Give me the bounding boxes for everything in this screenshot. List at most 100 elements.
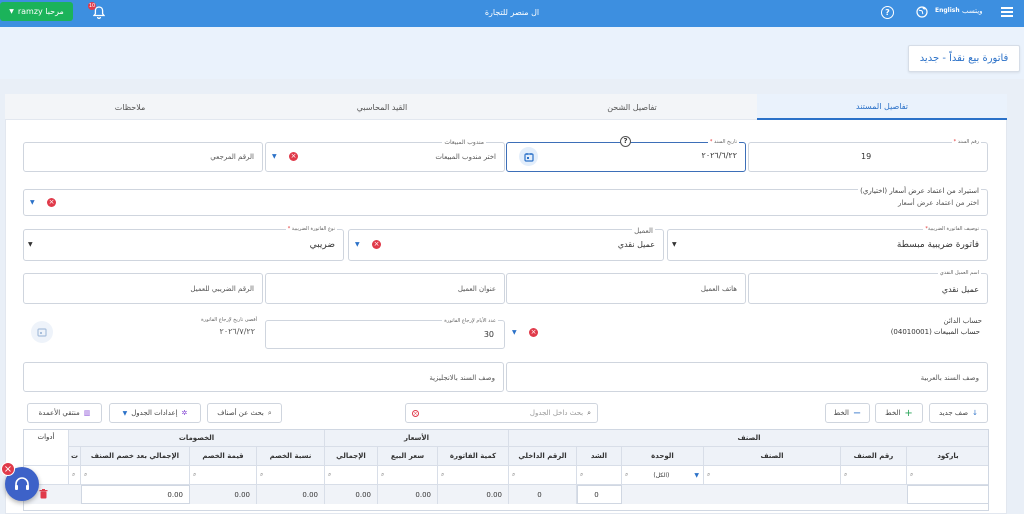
salesman-label: مندوب المبيعات bbox=[442, 139, 486, 146]
column-picker-button[interactable]: منتقي الأعمدة ▥ bbox=[27, 403, 102, 423]
customer-select[interactable]: العميل عميل نقدي × ▼ bbox=[348, 227, 664, 261]
reference-number-field[interactable]: الرقم المرجعي bbox=[23, 142, 263, 172]
hamburger-menu-icon[interactable] bbox=[1001, 7, 1013, 17]
net-filter[interactable]: ⌕ bbox=[81, 466, 190, 485]
remove-line-button[interactable]: الخط − bbox=[825, 403, 870, 423]
chevron-down-icon[interactable]: ▼ bbox=[512, 329, 517, 336]
tax-filter[interactable]: ⌕ bbox=[69, 466, 81, 485]
invoice-qty-filter[interactable]: ⌕ bbox=[438, 466, 509, 485]
clear-icon[interactable]: × bbox=[47, 198, 56, 207]
unit-filter[interactable]: ⌕ (الكل) ▼ bbox=[622, 466, 704, 485]
col-unit[interactable]: الوحدة bbox=[622, 447, 704, 466]
customer-tax-number-field[interactable]: الرقم الضريبي للعميل bbox=[23, 273, 263, 304]
chevron-down-icon[interactable]: ▼ bbox=[672, 241, 677, 248]
language-switch[interactable] bbox=[916, 6, 928, 18]
help-circle-icon[interactable]: ? bbox=[620, 136, 631, 147]
barcode-input[interactable] bbox=[907, 485, 988, 504]
description-english-field[interactable]: وصف السند بالانجليزية bbox=[23, 362, 504, 392]
return-deadline-value: ٢٠٢٦/٧/٢٢ bbox=[219, 327, 255, 336]
col-internal-number[interactable]: الرقم الداخلي bbox=[509, 447, 577, 466]
chevron-down-icon: ▼ bbox=[9, 8, 14, 15]
col-invoice-qty[interactable]: كمية الفاتورة bbox=[438, 447, 509, 466]
search-icon: ⌕ bbox=[193, 471, 197, 478]
salesman-select[interactable]: مندوب المبيعات اختر مندوب المبيعات × ▼ bbox=[265, 139, 505, 172]
barcode-filter[interactable]: ⌕ bbox=[907, 466, 988, 485]
help-circle-icon[interactable]: ? bbox=[881, 6, 894, 19]
plus-icon: + bbox=[904, 407, 913, 419]
top-bar: ▼ ramzy مرحبا 10 ال منصر للتجارة ? Engli… bbox=[0, 0, 1024, 27]
chevron-down-icon[interactable]: ▼ bbox=[355, 241, 360, 248]
total-filter[interactable]: ⌕ bbox=[325, 466, 378, 485]
search-icon: ⌕ bbox=[707, 471, 711, 478]
chevron-down-icon[interactable]: ▼ bbox=[28, 241, 33, 248]
pack-cell[interactable]: 0 bbox=[577, 485, 622, 504]
tab-document-details-active[interactable]: تفاصيل المستند bbox=[757, 94, 1007, 118]
clear-icon[interactable]: × bbox=[529, 328, 538, 337]
col-label: نسبة الخصم bbox=[269, 452, 312, 460]
invoice-description-select[interactable]: *توصيف الفاتورة الضريبية فاتورة ضريبية م… bbox=[667, 226, 988, 261]
add-row-button[interactable]: صف جديد ↓ bbox=[929, 403, 988, 423]
description-arabic-field[interactable]: وصف السند بالعربية bbox=[506, 362, 988, 392]
discount-value-cell[interactable]: 0.00 bbox=[190, 485, 257, 504]
invoice-description-label: *توصيف الفاتورة الضريبية bbox=[923, 226, 981, 232]
tab-shipping-details[interactable]: تفاصيل الشحن bbox=[507, 94, 757, 120]
calendar-icon bbox=[523, 152, 534, 162]
col-barcode[interactable]: باركود bbox=[907, 447, 988, 466]
add-line-button[interactable]: الخط + bbox=[875, 403, 923, 423]
creditor-account-select[interactable]: حساب الدائن حساب المبيعات (04010001) × ▼ bbox=[506, 317, 988, 349]
add-line-label: الخط bbox=[885, 409, 901, 417]
calendar-button bbox=[31, 321, 53, 343]
discount-percent-cell[interactable]: 0.00 bbox=[257, 485, 325, 504]
language-label[interactable]: English bbox=[935, 7, 960, 14]
col-pack[interactable]: الشد bbox=[577, 447, 622, 466]
doc-number-field[interactable]: * رقم السند 19 bbox=[748, 139, 988, 172]
discount-value-filter[interactable]: ⌕ bbox=[190, 466, 257, 485]
clear-icon[interactable]: × bbox=[412, 409, 419, 417]
customer-phone-field[interactable]: هاتف العميل bbox=[506, 273, 746, 304]
tax-invoice-type-select[interactable]: * نوع الفاتورة الضريبية ضريبي ▼ bbox=[23, 226, 344, 261]
customer-value: عميل نقدي bbox=[617, 240, 655, 249]
col-discount-percent[interactable]: نسبة الخصم bbox=[257, 447, 325, 466]
cash-customer-name-field[interactable]: اسم العميل النقدي عميل نقدي bbox=[748, 270, 988, 304]
invoice-qty-cell[interactable]: 0.00 bbox=[438, 485, 509, 504]
return-days-label: عدد الأيام لإرجاع الفاتورة bbox=[442, 318, 498, 324]
discount-percent-filter[interactable]: ⌕ bbox=[257, 466, 325, 485]
col-item[interactable]: الصنف bbox=[704, 447, 841, 466]
notifications-button[interactable]: 10 bbox=[88, 2, 106, 20]
search-items-button[interactable]: بحث عن أصناف ⌕ bbox=[207, 403, 282, 423]
col-label: سعر البيع bbox=[390, 452, 425, 460]
col-total[interactable]: الإجمالي bbox=[325, 447, 378, 466]
pack-filter[interactable]: ⌕ bbox=[577, 466, 622, 485]
item-group-header: الصنف bbox=[509, 430, 988, 447]
import-quote-select[interactable]: استيراد من اعتماد عرض أسعار (اختياري) اخ… bbox=[23, 187, 988, 216]
table-search-input[interactable]: × بحث داخل الجدول ⌕ bbox=[405, 403, 598, 423]
item-filter[interactable]: ⌕ bbox=[704, 466, 841, 485]
customer-address-field[interactable]: عنوان العميل bbox=[265, 273, 505, 304]
return-days-field[interactable]: عدد الأيام لإرجاع الفاتورة 30 bbox=[265, 318, 505, 349]
col-discount-value[interactable]: قيمة الخصم bbox=[190, 447, 257, 466]
col-net-after-discount[interactable]: الإجمالي بعد خصم الصنف bbox=[81, 447, 190, 466]
internal-number-filter[interactable]: ⌕ bbox=[509, 466, 577, 485]
search-icon: ⌕ bbox=[441, 471, 445, 478]
chevron-down-icon[interactable]: ▼ bbox=[272, 153, 277, 160]
tab-notes[interactable]: ملاحظات bbox=[5, 94, 255, 120]
globe-icon bbox=[916, 6, 928, 18]
user-menu-button[interactable]: ▼ ramzy مرحبا bbox=[0, 2, 73, 21]
clear-icon[interactable]: × bbox=[372, 240, 381, 249]
tab-accounting-entry[interactable]: القيد المحاسبي bbox=[257, 94, 507, 120]
col-tax[interactable]: ت bbox=[69, 447, 81, 466]
calendar-button[interactable] bbox=[519, 147, 538, 166]
search-icon: ⌕ bbox=[84, 471, 88, 478]
delete-row-button[interactable] bbox=[39, 489, 49, 500]
col-sale-price[interactable]: سعر البيع bbox=[378, 447, 438, 466]
chevron-down-icon[interactable]: ▼ bbox=[30, 199, 35, 206]
close-icon[interactable]: × bbox=[1, 462, 15, 476]
sale-price-filter[interactable]: ⌕ bbox=[378, 466, 438, 485]
discounts-label: الخصومات bbox=[178, 434, 215, 442]
sale-price-cell[interactable]: 0.00 bbox=[378, 485, 438, 504]
col-item-number[interactable]: رقم الصنف bbox=[841, 447, 907, 466]
clear-icon[interactable]: × bbox=[289, 152, 298, 161]
customer-label: العميل bbox=[632, 227, 655, 235]
table-settings-button[interactable]: ▼ إعدادات الجدول ✲ bbox=[109, 403, 201, 423]
item-number-filter[interactable]: ⌕ bbox=[841, 466, 907, 485]
